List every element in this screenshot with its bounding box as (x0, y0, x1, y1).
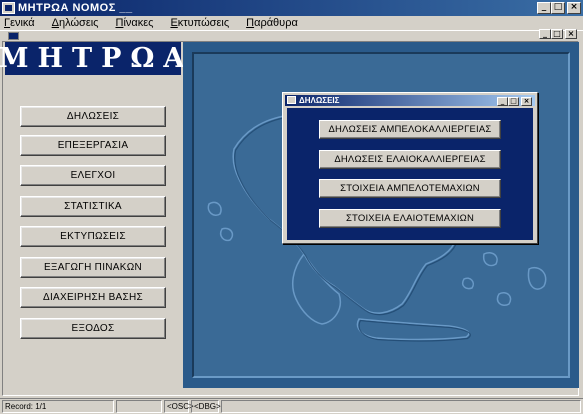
menu-tables[interactable]: Πίνακες (115, 17, 153, 29)
status-cell-message (221, 400, 581, 413)
mdi-minimize-button[interactable]: _ (539, 29, 551, 39)
dialog-body: ΔΗΛΩΣΕΙΣ ΑΜΠΕΛΟΚΑΛΛΙΕΡΓΕΙΑΣ ΔΗΛΩΣΕΙΣ ΕΛΑ… (287, 108, 533, 240)
menu-general[interactable]: Γενικά (4, 17, 35, 29)
menu-windows[interactable]: Παράθυρα (246, 17, 298, 29)
menu-label: κτυπώσεις (177, 17, 230, 29)
vineyard-plots-button[interactable]: ΣΤΟΙΧΕΙΑ ΑΜΠΕΛΟΤΕΜΑΧΙΩΝ (319, 179, 501, 198)
status-bar: Record: 1/1 <OSC> <DBG> (0, 398, 583, 414)
menu-bar: Γενικά Δηλώσεις Πίνακες Εκτυπώσεις Παράθ… (0, 16, 583, 31)
app-logo: ΜΗΤΡΩΑ (0, 42, 194, 75)
map-peloponnese-path (291, 252, 341, 325)
sidebar: ΔΗΛΩΣΕΙΣ ΕΠΕΞΕΡΓΑΣΙΑ ΕΛΕΓΧΟΙ ΣΤΑΤΙΣΤΙΚΑ … (5, 76, 181, 388)
map-island-7 (207, 201, 222, 216)
menu-label: ενικά (10, 17, 35, 29)
document-icon[interactable] (8, 32, 19, 40)
close-button[interactable]: × (567, 2, 581, 14)
record-indicator: Record: 1/1 (2, 400, 114, 413)
map-island-4 (527, 267, 547, 290)
osc-indicator: <OSC> (164, 400, 194, 413)
declarations-dialog: ΔΗΛΩΣΕΙΣ _ □ × ΔΗΛΩΣΕΙΣ ΑΜΠΕΛΟΚΑΛΛΙΕΡΓΕΙ… (282, 92, 538, 244)
olive-plots-button[interactable]: ΣΤΟΙΧΕΙΑ ΕΛΑΙΟΤΕΜΑΧΙΩΝ (319, 209, 501, 228)
dbg-indicator: <DBG> (191, 400, 221, 413)
menu-mnemonic: Π (246, 17, 255, 29)
menu-label: αράθυρα (254, 17, 298, 29)
dialog-minimize-button[interactable]: _ (497, 97, 508, 106)
olive-declarations-button[interactable]: ΔΗΛΩΣΕΙΣ ΕΛΑΙΟΚΑΛΛΙΕΡΓΕΙΑΣ (319, 150, 501, 169)
mdi-close-button[interactable]: × (565, 29, 577, 39)
maximize-button[interactable]: □ (551, 2, 565, 14)
map-island-5 (496, 292, 512, 306)
map-island-6 (461, 277, 475, 290)
minimize-button[interactable]: _ (537, 2, 551, 14)
menu-mnemonic: Ε (170, 17, 178, 29)
checks-button[interactable]: ΕΛΕΓΧΟΙ (20, 165, 166, 186)
prints-button[interactable]: ΕΚΤΥΠΩΣΕΙΣ (20, 226, 166, 247)
menu-prints[interactable]: Εκτυπώσεις (170, 17, 229, 29)
status-cell-empty (116, 400, 162, 413)
dialog-icon[interactable] (287, 96, 296, 104)
mdi-child-bar (2, 32, 581, 41)
map-island-3 (482, 252, 498, 267)
title-bar[interactable]: ΜΗΤΡΩΑ ΝΟΜΟΣ __ _ □ × (0, 0, 583, 16)
app-icon[interactable] (2, 2, 15, 14)
database-management-button[interactable]: ΔΙΑΧΕΙΡΗΣΗ ΒΑΣΗΣ (20, 287, 166, 308)
dialog-title-bar[interactable]: ΔΗΛΩΣΕΙΣ _ □ × (285, 95, 535, 106)
mdi-maximize-button[interactable]: □ (551, 29, 563, 39)
declarations-button[interactable]: ΔΗΛΩΣΕΙΣ (20, 106, 166, 127)
window-title: ΜΗΤΡΩΑ ΝΟΜΟΣ __ (18, 2, 133, 14)
editing-button[interactable]: ΕΠΕΞΕΡΓΑΣΙΑ (20, 135, 166, 156)
dialog-close-button[interactable]: × (521, 97, 532, 106)
exit-button[interactable]: ΕΞΟΔΟΣ (20, 318, 166, 339)
window-controls: _ □ × (537, 2, 581, 14)
menu-label: ηλώσεις (59, 17, 99, 29)
mdi-window-controls: _ □ × (539, 29, 577, 39)
dialog-window-controls: _ □ × (497, 97, 532, 106)
statistics-button[interactable]: ΣΤΑΤΙΣΤΙΚΑ (20, 196, 166, 217)
vineyard-declarations-button[interactable]: ΔΗΛΩΣΕΙΣ ΑΜΠΕΛΟΚΑΛΛΙΕΡΓΕΙΑΣ (319, 120, 501, 139)
map-island-8 (219, 227, 234, 242)
menu-label: ίνακες (123, 17, 154, 29)
export-tables-button[interactable]: ΕΞΑΓΩΓΗ ΠΙΝΑΚΩΝ (20, 257, 166, 278)
dialog-maximize-button[interactable]: □ (508, 97, 519, 106)
menu-mnemonic: Δ (51, 17, 59, 29)
menu-declarations[interactable]: Δηλώσεις (52, 17, 99, 29)
dialog-title: ΔΗΛΩΣΕΙΣ (299, 96, 340, 105)
